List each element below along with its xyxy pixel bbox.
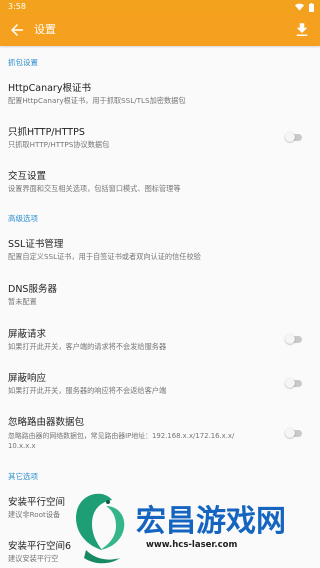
- setting-title: DNS服务器: [8, 284, 57, 295]
- setting-title: HttpCanary根证书: [8, 83, 91, 94]
- setting-root-cert[interactable]: HttpCanary根证书 配置HttpCanary根证书，用于抓取SSL/TL…: [0, 72, 320, 114]
- page-title: 设置: [34, 23, 56, 36]
- setting-block-request[interactable]: 屏蔽请求 如果打开此开关，客户端的请求将不会发给服务器: [0, 318, 320, 360]
- battery-icon: [309, 2, 314, 12]
- watermark-text: 宏昌游戏网: [136, 504, 286, 539]
- download-icon[interactable]: [293, 21, 311, 39]
- setting-title: 安装平行空间: [8, 497, 66, 508]
- system-icons: [295, 0, 314, 14]
- section-header-other: 其它选项: [8, 472, 38, 481]
- setting-ignore-router[interactable]: 忽略路由器数据包 忽略路由器的网络数据包，常见路由器IP地址：192.168.x…: [0, 406, 320, 458]
- section-header-advanced: 高级选项: [8, 214, 38, 223]
- setting-title: 忽略路由器数据包: [8, 417, 85, 428]
- setting-summary: 配置自定义SSL证书，用于自签证书或者双向认证的信任校验: [8, 252, 201, 261]
- block-response-toggle[interactable]: [285, 378, 303, 388]
- setting-http-only[interactable]: 只抓HTTP/HTTPS 只抓取HTTP/HTTPS协议数据包: [0, 116, 320, 158]
- setting-summary-line1: 忽略路由器的网络数据包，常见路由器IP地址：192.168.x.x/172.16…: [8, 432, 235, 440]
- setting-title: 屏蔽响应: [8, 373, 47, 384]
- section-header-capture: 抓包设置: [8, 58, 38, 67]
- ignore-router-toggle[interactable]: [285, 428, 303, 438]
- http-only-toggle[interactable]: [285, 132, 303, 142]
- app-bar: 设置: [0, 14, 320, 46]
- setting-summary: 配置HttpCanary根证书，用于抓取SSL/TLS加密数据包: [8, 96, 186, 105]
- setting-summary: 只抓取HTTP/HTTPS协议数据包: [8, 140, 110, 149]
- setting-summary: 设置界面和交互相关选项，包括窗口模式、图标管理等: [8, 184, 181, 193]
- watermark-url: www.hcs-laser.com: [146, 540, 238, 550]
- setting-title: 交互设置: [8, 171, 47, 182]
- dragon-logo-icon: [76, 493, 125, 564]
- setting-summary: 如果打开此开关，客户端的请求将不会发给服务器: [8, 342, 167, 351]
- setting-title: 安装平行空间6: [8, 541, 72, 552]
- setting-interaction[interactable]: 交互设置 设置界面和交互相关选项，包括窗口模式、图标管理等: [0, 160, 320, 202]
- setting-summary: 如果打开此开关，服务器的响应将不会返给客户端: [8, 386, 167, 395]
- status-time: 3:58: [8, 2, 26, 11]
- setting-summary: 建议非Root设备: [8, 510, 61, 519]
- setting-block-response[interactable]: 屏蔽响应 如果打开此开关，服务器的响应将不会返给客户端: [0, 362, 320, 404]
- setting-ssl-cert[interactable]: SSL证书管理 配置自定义SSL证书，用于自签证书或者双向认证的信任校验: [0, 228, 320, 270]
- setting-summary: 暂未配置: [8, 297, 37, 306]
- setting-summary: 建议安装平行空: [8, 554, 59, 563]
- setting-summary-line2: 10.x.x.x: [8, 442, 36, 450]
- setting-title: 只抓HTTP/HTTPS: [8, 127, 85, 138]
- block-request-toggle[interactable]: [285, 334, 303, 344]
- status-bar: 3:58: [0, 0, 320, 14]
- setting-title: 屏蔽请求: [8, 329, 47, 340]
- back-arrow-icon[interactable]: [8, 21, 26, 39]
- wifi-icon: [295, 3, 304, 11]
- setting-title: SSL证书管理: [8, 239, 64, 250]
- watermark: 宏昌游戏网 www.hcs-laser.com: [66, 488, 316, 566]
- setting-dns[interactable]: DNS服务器 暂未配置: [0, 273, 320, 315]
